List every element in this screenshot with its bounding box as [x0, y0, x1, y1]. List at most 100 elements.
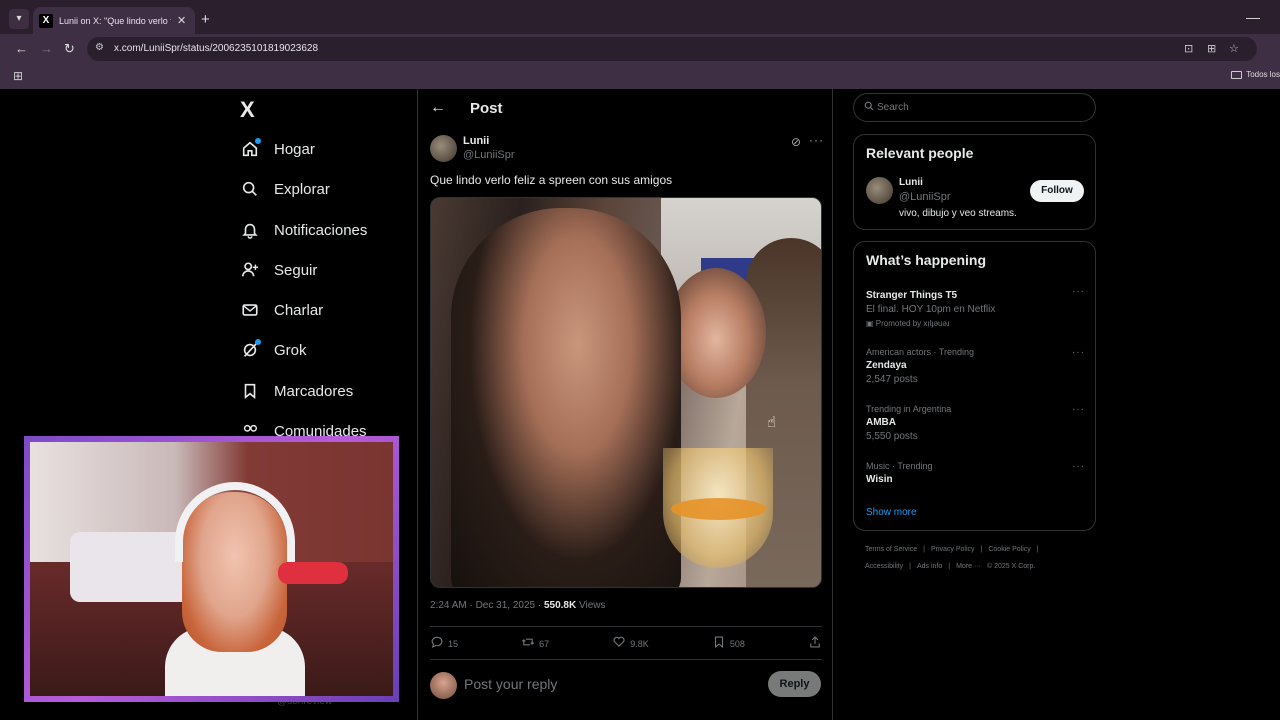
x-favicon-icon: X — [39, 13, 53, 28]
user-avatar[interactable] — [430, 672, 457, 699]
relevant-name[interactable]: Lunii — [899, 177, 923, 188]
ads-info-link[interactable]: Ads info — [917, 563, 942, 570]
accessibility-link[interactable]: Accessibility — [865, 563, 903, 570]
whats-happening-card: What’s happening Stranger Things T5 El f… — [853, 241, 1096, 531]
terms-link[interactable]: Terms of Service — [865, 546, 917, 553]
forward-arrow-icon[interactable]: → — [40, 41, 53, 56]
bookmark-icon — [712, 635, 726, 652]
apps-grid-icon[interactable]: ⊞ — [13, 69, 23, 83]
address-bar[interactable]: ⚙ x.com/LuniiSpr/status/2006235101819023… — [87, 37, 1257, 61]
share-icon — [808, 635, 822, 652]
trend-title: AMBA — [866, 417, 896, 428]
trend-context: American actors · Trending — [866, 347, 975, 357]
browser-tab-active[interactable]: X Lunii on X: "Que lindo verlo feliz ✕ — [33, 7, 195, 34]
media-person-front — [451, 208, 681, 587]
back-arrow-icon[interactable]: ← — [430, 99, 446, 117]
more-options-icon[interactable]: ··· — [809, 133, 824, 147]
trend-item[interactable]: Stranger Things T5 El final. HOY 10pm en… — [866, 287, 995, 328]
footer-separator: | — [948, 563, 951, 570]
relevant-bio: vivo, dibujo y veo streams. — [899, 208, 1017, 219]
grok-icon — [240, 339, 261, 360]
trend-more-icon[interactable]: ··· — [1072, 461, 1085, 472]
add-person-icon — [240, 260, 260, 280]
minimize-window-button[interactable]: — — [1246, 9, 1260, 25]
footer-separator: | — [909, 563, 911, 570]
sidebar-item-explorar[interactable]: Explorar — [240, 179, 330, 199]
tab-search-button[interactable]: ▾ — [9, 9, 29, 29]
post-timestamp[interactable]: 2:24 AM · Dec 31, 2025 · — [430, 600, 544, 611]
url-text: x.com/LuniiSpr/status/200623510181902362… — [114, 43, 319, 54]
trend-more-icon[interactable]: ··· — [1072, 404, 1085, 415]
tab-title: Lunii on X: "Que lindo verlo feliz — [59, 15, 171, 26]
trend-title: Zendaya — [866, 360, 907, 371]
trend-item[interactable]: Music · Trending Wisin — [866, 461, 933, 485]
reply-input[interactable]: Post your reply — [464, 676, 557, 692]
bookmark-action[interactable]: 508 — [712, 635, 745, 652]
install-app-icon[interactable]: ⊞ — [1207, 42, 1216, 55]
trend-title: Wisin — [866, 474, 893, 485]
more-link[interactable]: More ··· — [956, 563, 981, 570]
reload-icon[interactable]: ↻ — [64, 41, 75, 57]
trend-context: Trending in Argentina — [866, 404, 952, 414]
reply-button[interactable]: Reply — [768, 671, 821, 697]
sidebar-item-grok[interactable]: Grok — [240, 339, 307, 360]
grok-explain-icon[interactable]: ⊘ — [791, 135, 801, 149]
author-handle[interactable]: @LuniiSpr — [463, 149, 515, 161]
show-more-link[interactable]: Show more — [866, 507, 917, 518]
sidebar-item-hogar[interactable]: Hogar — [240, 138, 315, 159]
x-logo-icon[interactable]: X — [240, 97, 255, 123]
trend-more-icon[interactable]: ··· — [1072, 347, 1085, 358]
webcam-feed — [30, 442, 393, 696]
trend-context: Music · Trending — [866, 461, 933, 471]
cookie-link[interactable]: Cookie Policy — [988, 546, 1030, 553]
close-tab-icon[interactable]: ✕ — [177, 14, 186, 27]
sidebar-item-notificaciones[interactable]: Notificaciones — [240, 220, 367, 240]
sidebar-item-charlar[interactable]: Charlar — [240, 300, 323, 320]
new-tab-button[interactable]: + — [201, 11, 210, 28]
trend-subtitle: 5,550 posts — [866, 431, 918, 442]
relevant-handle[interactable]: @LuniiSpr — [899, 191, 951, 203]
bookmark-star-icon[interactable]: ☆ — [1229, 42, 1239, 55]
tweet-text: Que lindo verlo feliz a spreen con sus a… — [430, 173, 673, 187]
share-action[interactable] — [808, 635, 822, 652]
bookmark-count: 508 — [729, 638, 745, 649]
site-info-icon[interactable]: ⚙ — [95, 42, 104, 53]
search-box[interactable] — [853, 93, 1096, 122]
relevant-avatar[interactable] — [866, 177, 893, 204]
heart-icon — [612, 635, 626, 652]
sidebar-item-seguir[interactable]: Seguir — [240, 260, 317, 280]
trend-more-icon[interactable]: ··· — [1072, 286, 1085, 297]
promo-text: Promoted by xı̣lɟǝuǝɹ — [875, 319, 950, 328]
footer-separator: | — [1036, 546, 1039, 553]
hand-cursor-icon: ☝ — [767, 414, 777, 431]
relevant-people-card: Relevant people Lunii @LuniiSpr vivo, di… — [853, 134, 1096, 230]
all-bookmarks-folder[interactable]: Todos los — [1231, 70, 1280, 79]
sidebar-item-label: Hogar — [274, 140, 315, 158]
sidebar-item-marcadores[interactable]: Marcadores — [240, 381, 353, 401]
follow-button[interactable]: Follow — [1030, 180, 1084, 202]
bell-icon — [240, 220, 260, 240]
post-media-image[interactable]: ☝ — [430, 197, 822, 588]
relevant-people-title: Relevant people — [866, 145, 974, 161]
privacy-link[interactable]: Privacy Policy — [931, 546, 975, 553]
reply-icon — [430, 635, 444, 652]
footer-separator: | — [923, 546, 925, 553]
search-icon — [240, 179, 260, 199]
author-avatar[interactable] — [430, 135, 457, 162]
repost-action[interactable]: 67 — [521, 635, 549, 652]
media-person-middle — [666, 268, 766, 398]
microphone-icon — [278, 562, 348, 584]
trend-item[interactable]: Trending in Argentina AMBA 5,550 posts — [866, 404, 951, 442]
translate-icon[interactable]: ⊡ — [1184, 42, 1193, 55]
like-action[interactable]: 9.8K — [612, 635, 649, 652]
reply-action[interactable]: 15 — [430, 635, 458, 652]
author-name[interactable]: Lunii — [463, 135, 489, 147]
sidebar-item-label: Notificaciones — [274, 221, 368, 239]
post-meta: 2:24 AM · Dec 31, 2025 · 550.8K Views — [430, 600, 605, 611]
copyright: © 2025 X Corp. — [986, 563, 1036, 570]
back-arrow-icon[interactable]: ← — [15, 41, 28, 56]
trend-item[interactable]: American actors · Trending Zendaya 2,547… — [866, 347, 974, 385]
bookmarks-label: Todos los — [1246, 70, 1280, 79]
search-input[interactable] — [877, 102, 1077, 113]
bookmark-icon — [240, 381, 260, 401]
